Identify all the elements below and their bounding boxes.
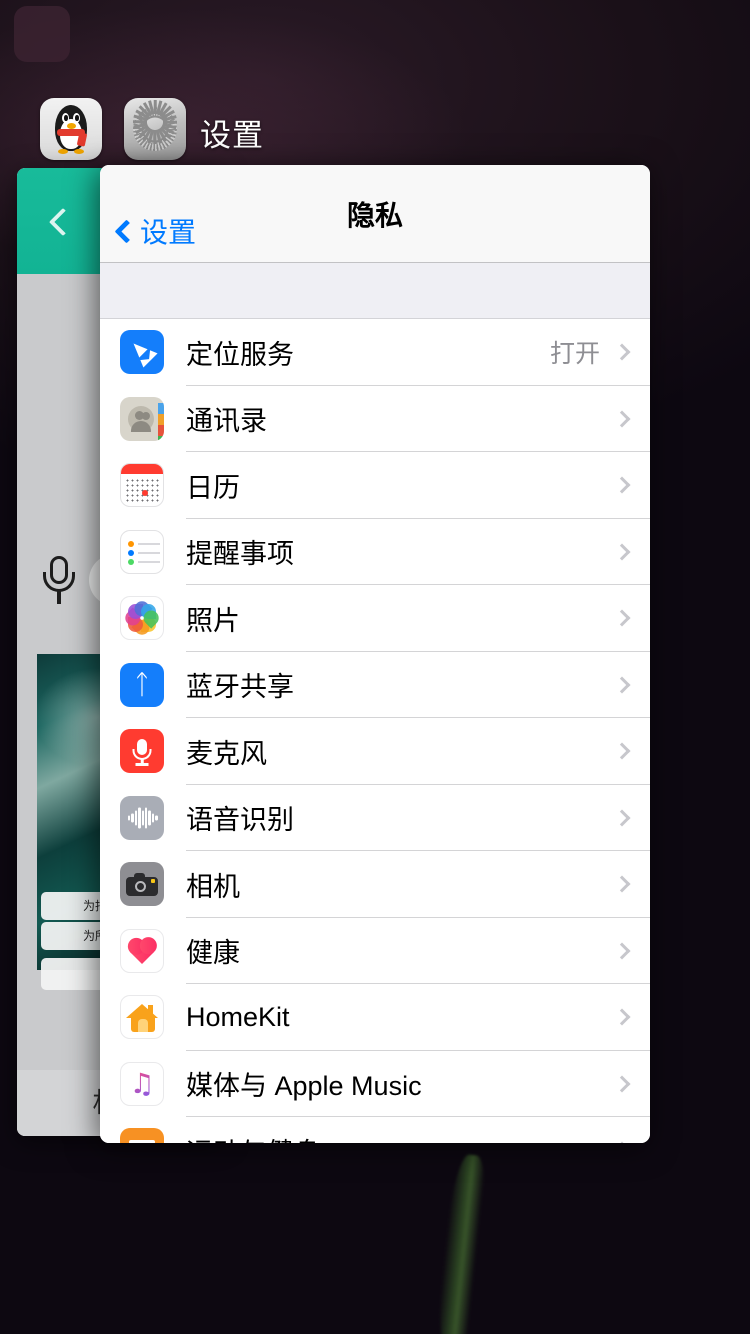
chevron-right-icon <box>613 476 631 494</box>
table-row[interactable]: 健康 <box>100 917 650 984</box>
chevron-right-icon <box>613 809 631 827</box>
row-label: 定位服务 <box>186 339 294 370</box>
chevron-right-icon <box>613 1008 631 1026</box>
chevron-right-icon <box>613 742 631 760</box>
fitness-icon <box>120 1128 164 1143</box>
row-label: 相机 <box>186 871 240 902</box>
row-label: 蓝牙共享 <box>186 672 294 703</box>
penguin-icon <box>49 103 93 155</box>
qq-app-icon[interactable] <box>40 98 102 160</box>
privacy-list: 定位服务 打开 通讯录 日历 提醒事项 照片 ᛏ 蓝牙共享 麦克风 语音识别 相… <box>100 319 650 1143</box>
waveform-icon <box>120 795 164 840</box>
row-label: HomeKit <box>186 1001 290 1032</box>
calendar-icon <box>120 463 164 508</box>
camera-icon <box>120 862 164 907</box>
chevron-right-icon <box>613 543 631 561</box>
row-label: 运动与健身 <box>186 1131 600 1143</box>
photos-icon <box>120 596 164 641</box>
row-label: 日历 <box>186 472 240 503</box>
settings-privacy-card[interactable]: 设置 隐私 定位服务 打开 通讯录 日历 提醒事项 照片 ᛏ 蓝牙共享 麦克风 … <box>100 165 650 1143</box>
chevron-right-icon <box>613 1141 631 1143</box>
chevron-left-icon[interactable] <box>48 207 78 237</box>
section-gap <box>100 263 650 319</box>
row-label: 提醒事项 <box>186 539 294 570</box>
row-label: 健康 <box>186 938 240 969</box>
table-row[interactable]: 提醒事项 <box>100 518 650 585</box>
microphone-icon <box>120 729 164 774</box>
table-row[interactable]: 语音识别 <box>100 784 650 851</box>
table-row[interactable]: 通讯录 <box>100 385 650 452</box>
row-label: 通讯录 <box>186 406 267 437</box>
page-title: 隐私 <box>346 199 403 231</box>
row-label: 媒体与 Apple Music <box>186 1071 422 1102</box>
microphone-icon[interactable] <box>42 556 76 606</box>
settings-app-icon[interactable] <box>124 98 186 160</box>
table-row[interactable]: ♫ 媒体与 Apple Music <box>100 1050 650 1117</box>
table-row[interactable]: 照片 <box>100 585 650 652</box>
chevron-right-icon <box>613 1075 631 1093</box>
chevron-right-icon <box>613 676 631 694</box>
location-arrow-icon <box>120 330 164 375</box>
table-row[interactable]: 运动与健身 <box>100 1117 650 1143</box>
table-row[interactable]: 定位服务 打开 <box>100 319 650 386</box>
table-row[interactable]: 相机 <box>100 851 650 918</box>
heart-icon <box>120 928 164 973</box>
row-label: 麦克风 <box>186 738 267 769</box>
contacts-icon <box>120 396 164 441</box>
house-icon <box>120 995 164 1040</box>
table-row[interactable]: 麦克风 <box>100 718 650 785</box>
row-label: 照片 <box>186 605 240 636</box>
music-note-icon: ♫ <box>120 1061 164 1106</box>
chevron-right-icon <box>613 942 631 960</box>
chevron-right-icon <box>613 875 631 893</box>
chevron-right-icon <box>613 609 631 627</box>
navigation-bar: 设置 隐私 <box>100 165 650 263</box>
wallpaper-plant-stem <box>434 1153 491 1334</box>
table-row[interactable]: ᛏ 蓝牙共享 <box>100 651 650 718</box>
qq-app-icon-partial[interactable] <box>14 6 70 62</box>
bluetooth-icon: ᛏ <box>120 662 164 707</box>
row-label: 语音识别 <box>186 805 294 836</box>
app-switcher-title: 设置 <box>200 118 264 153</box>
row-value: 打开 <box>549 340 600 369</box>
chevron-right-icon <box>613 410 631 428</box>
reminders-icon <box>120 529 164 574</box>
table-row[interactable]: 日历 <box>100 452 650 519</box>
table-row[interactable]: HomeKit <box>100 984 650 1051</box>
chevron-right-icon <box>613 343 631 361</box>
